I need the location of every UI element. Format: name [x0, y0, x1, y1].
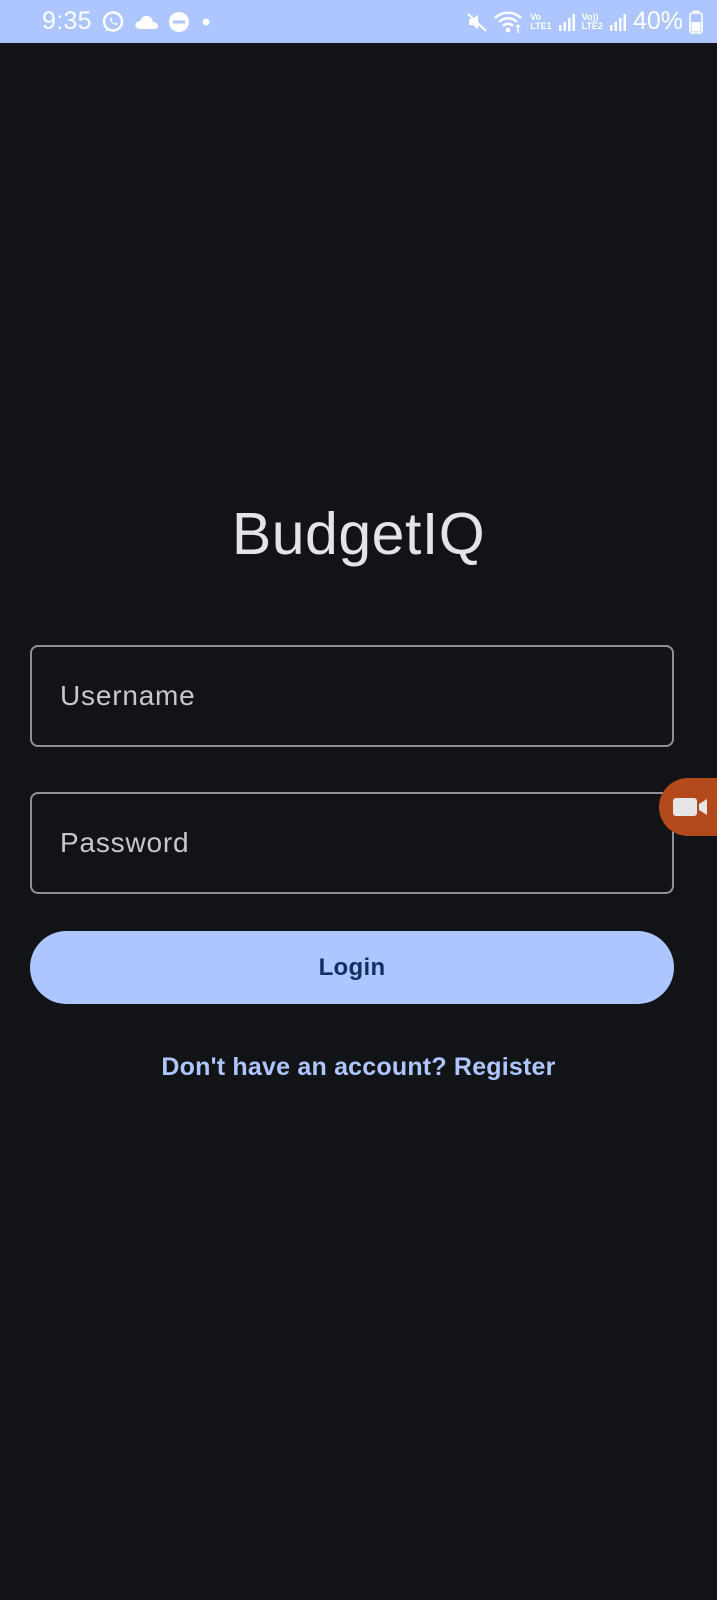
- login-button[interactable]: Login: [30, 931, 674, 1004]
- password-field[interactable]: [30, 792, 674, 894]
- sim2-network-label: Vo)) LTE2: [581, 12, 603, 31]
- dot-icon: [199, 15, 213, 29]
- battery-icon: [689, 10, 703, 34]
- video-camera-icon: [673, 796, 717, 818]
- status-bar: 9:35 Vo LTE1 Vo)) LTE2 40%: [0, 0, 717, 43]
- cloud-icon: [134, 13, 159, 31]
- status-right-group: Vo LTE1 Vo)) LTE2 40%: [466, 7, 703, 36]
- do-not-disturb-icon: [168, 11, 190, 33]
- whatsapp-icon: [101, 10, 125, 34]
- sim1-label-bottom: LTE1: [530, 20, 552, 31]
- status-time: 9:35: [42, 7, 92, 35]
- battery-percent: 40%: [632, 7, 683, 35]
- signal-icon: [558, 12, 576, 32]
- floating-recorder-bubble[interactable]: [659, 778, 717, 836]
- register-link[interactable]: Don't have an account? Register: [0, 1053, 717, 1082]
- signal-icon: [609, 12, 627, 32]
- mute-icon: [466, 11, 488, 33]
- status-left-group: 9:35: [42, 7, 213, 36]
- sim1-network-label: Vo LTE1: [530, 12, 552, 31]
- wifi-icon: [494, 10, 524, 34]
- sim2-label-bottom: LTE2: [581, 20, 603, 31]
- username-field[interactable]: [30, 645, 674, 747]
- app-title: BudgetIQ: [231, 501, 486, 567]
